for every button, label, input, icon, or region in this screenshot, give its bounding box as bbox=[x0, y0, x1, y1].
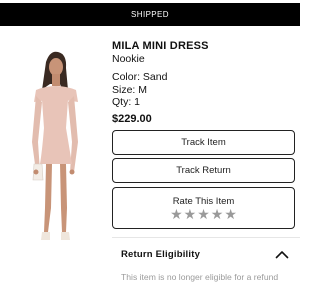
product-price: $229.00 bbox=[112, 112, 152, 125]
product-brand: Nookie bbox=[112, 53, 145, 65]
order-status-label: SHIPPED bbox=[131, 10, 169, 19]
return-eligibility-toggle[interactable]: Return Eligibility bbox=[112, 241, 295, 267]
rate-item-label: Rate This Item bbox=[172, 196, 235, 207]
star-rating[interactable]: ★ ★ ★ ★ ★ bbox=[113, 207, 294, 223]
star-icon[interactable]: ★ bbox=[211, 207, 224, 223]
product-details: MILA MINI DRESS Nookie Color: Sand Size:… bbox=[112, 40, 296, 126]
star-icon[interactable]: ★ bbox=[184, 207, 197, 223]
order-status-bar: SHIPPED bbox=[0, 3, 300, 26]
dress-model-illustration bbox=[32, 51, 78, 240]
return-eligibility-title: Return Eligibility bbox=[121, 248, 201, 260]
star-icon[interactable]: ★ bbox=[224, 207, 237, 223]
product-color: Color: Sand bbox=[112, 71, 168, 83]
product-title[interactable]: MILA MINI DRESS bbox=[112, 40, 296, 53]
star-icon[interactable]: ★ bbox=[170, 207, 183, 223]
rate-item-panel: Rate This Item ★ ★ ★ ★ ★ bbox=[112, 187, 295, 229]
product-size: Size: M bbox=[112, 83, 148, 96]
track-return-button[interactable]: Track Return bbox=[112, 158, 295, 183]
chevron-up-icon[interactable] bbox=[275, 250, 289, 259]
track-item-button[interactable]: Track Item bbox=[112, 130, 295, 155]
section-divider bbox=[112, 237, 300, 238]
product-image[interactable] bbox=[6, 32, 104, 254]
product-quantity: Qty: 1 bbox=[112, 96, 141, 108]
return-eligibility-message: This item is no longer eligible for a re… bbox=[121, 272, 279, 282]
star-icon[interactable]: ★ bbox=[197, 207, 210, 223]
